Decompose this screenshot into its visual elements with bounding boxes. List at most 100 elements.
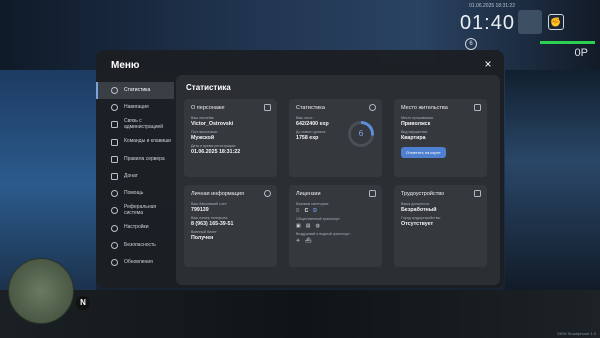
briefcase-icon <box>474 190 481 197</box>
sidebar-item-help[interactable]: Помощь <box>96 185 174 202</box>
card-statistics: Статистика Ваш опыт: 642/2400 exp До нов… <box>289 99 382 177</box>
sidebar-item-label: Настройки <box>124 224 149 231</box>
city-value: Отсутствует <box>401 221 434 227</box>
wallet-icon <box>111 173 118 181</box>
clock-icon <box>111 87 118 95</box>
sidebar-item-commands[interactable]: Команды и клавиши <box>96 134 174 151</box>
compass-icon <box>111 104 118 112</box>
health-bar <box>540 41 595 44</box>
sidebar-item-label: Статистика <box>124 86 151 93</box>
sidebar-item-label: Безопасность <box>124 241 156 248</box>
card-title: Лицензии <box>296 191 321 197</box>
license-categories: B C D <box>296 208 375 214</box>
nick-value: Victor_Ostrovski <box>191 121 234 127</box>
card-residence: Место жительства Место проживания: Приво… <box>394 99 487 177</box>
property-value: Квартира <box>401 135 426 141</box>
card-personal-info: Личная информация Ваш банковский счет: 7… <box>184 185 277 267</box>
close-button[interactable]: × <box>482 58 494 70</box>
sidebar: Статистика Навигация Связь с администрац… <box>96 82 174 271</box>
exp-label: Ваш опыт: <box>296 116 314 120</box>
sidebar-item-referral[interactable]: Реферальная система <box>96 202 174 219</box>
weapon-slot <box>518 10 542 34</box>
boat-icon: ⛴ <box>305 238 312 244</box>
place-label: Место проживания: <box>401 116 434 120</box>
sidebar-item-donate[interactable]: Донат <box>96 168 174 185</box>
plane-icon: ✈ <box>296 238 301 244</box>
user-icon <box>264 104 271 111</box>
bank-label: Ваш банковский счет: <box>191 202 228 206</box>
sidebar-item-label: Навигация <box>124 104 149 111</box>
sidebar-item-security[interactable]: Безопасность <box>96 237 174 254</box>
sidebar-item-label: Обновления <box>124 258 153 265</box>
military-value: Получен <box>191 235 214 241</box>
bus-icon: ▣ <box>296 223 301 229</box>
card-title: Личная информация <box>191 191 244 197</box>
game-scene-bottom <box>0 290 600 338</box>
sidebar-item-label: Донат <box>124 172 138 179</box>
page-title: Статистика <box>186 83 231 92</box>
card-title: Статистика <box>296 105 325 111</box>
air-water-label: Воздушный и водный транспорт: <box>296 232 351 236</box>
public-transport-label: Общественный транспорт: <box>296 217 341 221</box>
users-icon <box>111 207 118 215</box>
hud-clock: 01:40 <box>459 12 515 34</box>
level-value: 6 <box>351 124 371 144</box>
level-progress-ring: 6 <box>348 121 374 147</box>
card-title: О персонаже <box>191 105 225 111</box>
home-icon <box>474 104 481 111</box>
sidebar-item-label: Помощь <box>124 189 144 196</box>
statistics-panel: Статистика О персонаже Ваш никнейм: Vict… <box>176 75 500 285</box>
info-icon <box>264 190 271 197</box>
military-label: Военный билет: <box>191 230 218 234</box>
city-label: Город трудоустройства: <box>401 216 441 220</box>
air-water-icons: ✈ ⛴ <box>296 238 375 244</box>
license-category: B <box>296 208 300 214</box>
public-transport-icons: ▣ ▤ ◍ <box>296 223 375 229</box>
sidebar-item-admin-contact[interactable]: Связь с администрацией <box>96 116 174 133</box>
hud-level-badge: 6 <box>465 38 477 50</box>
game-scene-right <box>505 70 600 300</box>
nick-label: Ваш никнейм: <box>191 116 215 120</box>
property-label: Вид имущества: <box>401 130 429 134</box>
card-title: Место жительства <box>401 105 448 111</box>
sidebar-item-settings[interactable]: Настройки <box>96 220 174 237</box>
license-category: C <box>304 208 309 214</box>
card-title: Трудоустройство <box>401 191 445 197</box>
modal-title: Меню <box>111 60 140 71</box>
sidebar-item-statistics[interactable]: Статистика <box>96 82 174 100</box>
card-employment: Трудоустройство Ваша должность: Безработ… <box>394 185 487 267</box>
gender-label: Пол персонажа: <box>191 130 218 134</box>
license-icon <box>369 190 376 197</box>
watermark: SKIN Smartphone 1.0 <box>557 331 596 336</box>
minimap[interactable] <box>8 258 74 324</box>
menu-modal: Меню × Статистика Навигация Связь с адми… <box>96 50 504 288</box>
position-label: Ваша должность: <box>401 202 431 206</box>
tram-icon: ▤ <box>305 223 311 229</box>
chat-icon <box>111 121 118 129</box>
hud-date: 01.06.2025 18:31:22 <box>469 3 515 9</box>
base-categories-label: Базовые категории: <box>296 202 329 206</box>
armor-value: 0P <box>574 47 588 59</box>
metro-icon: ◍ <box>315 223 320 229</box>
place-value: Приволжск <box>401 121 431 127</box>
sidebar-item-label: Команды и клавиши <box>124 138 171 145</box>
book-icon <box>111 155 118 163</box>
chart-icon <box>369 104 376 111</box>
phone-label: Ваш номер телефона: <box>191 216 229 220</box>
sidebar-item-navigation[interactable]: Навигация <box>96 99 174 116</box>
sidebar-item-rules[interactable]: Правила сервера <box>96 151 174 168</box>
sidebar-item-updates[interactable]: Обновления <box>96 254 174 271</box>
help-icon <box>111 190 118 198</box>
gear-icon <box>111 224 118 232</box>
position-value: Безработный <box>401 207 437 213</box>
sidebar-item-label: Правила сервера <box>124 155 165 162</box>
registration-label: Дата и время регистрации: <box>191 144 237 148</box>
sidebar-item-label: Реферальная система <box>124 204 157 216</box>
license-category: D <box>313 208 317 214</box>
mark-on-map-button[interactable]: Отметить на карте <box>401 147 446 158</box>
refresh-icon <box>111 258 118 266</box>
registration-value: 01.06.2025 18:31:22 <box>191 149 241 155</box>
phone-value: 8 (963) 165-39-51 <box>191 221 234 227</box>
gender-value: Мужской <box>191 135 215 141</box>
sidebar-item-label: Связь с администрацией <box>124 118 164 130</box>
